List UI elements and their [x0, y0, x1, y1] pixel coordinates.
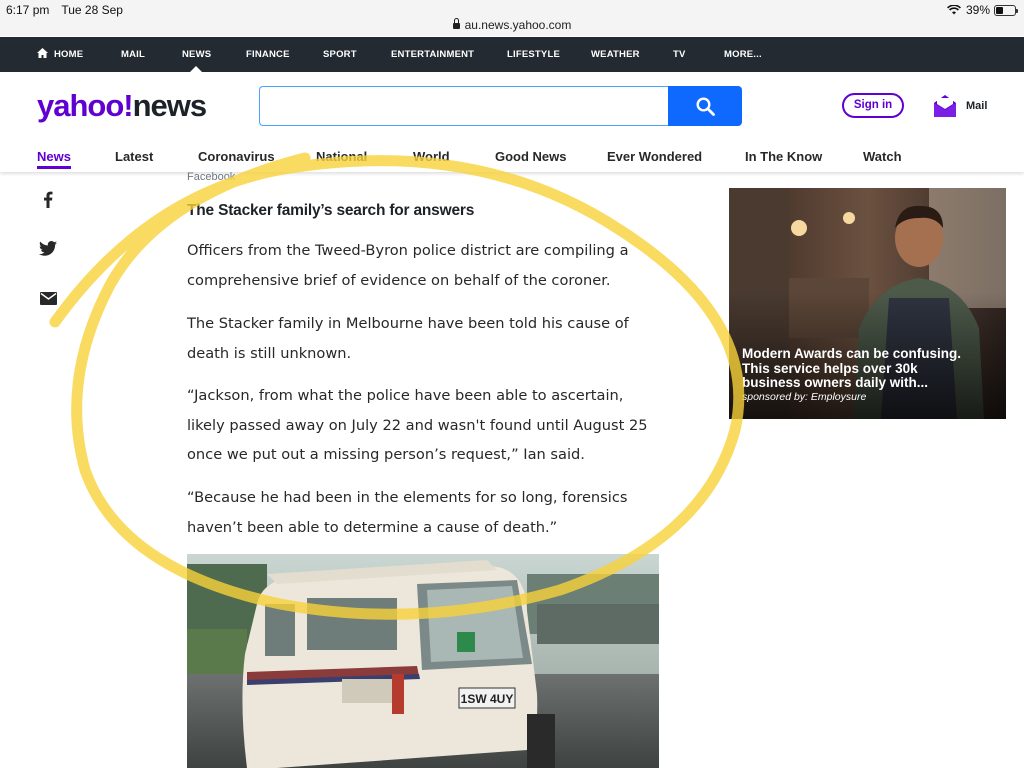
paragraph-line: death is still unknown. — [187, 344, 352, 362]
license-plate: 1SW 4UY — [461, 692, 514, 706]
ad-headline-line: business owners daily with... — [742, 375, 929, 390]
topnav-more[interactable]: MORE... — [724, 37, 762, 72]
facebook-icon — [44, 191, 53, 208]
twitter-icon — [39, 240, 57, 256]
van-illustration: 1SW 4UY — [187, 554, 659, 768]
paragraph-line: Officers from the Tweed-Byron police dis… — [187, 242, 629, 259]
image-credit: Facebook — [187, 171, 236, 183]
article-paragraph: “Because he had been in the elements for… — [187, 483, 667, 542]
url-text: au.news.yahoo.com — [464, 18, 572, 32]
paragraph-line: comprehensive brief of evidence on behal… — [187, 271, 611, 289]
tab-ever-wondered[interactable]: Ever Wondered — [607, 149, 702, 164]
article-paragraph: Officers from the Tweed-Byron police dis… — [187, 236, 667, 295]
ad-sponsor-label: sponsored by: Employsure — [742, 391, 867, 403]
tab-coronavirus[interactable]: Coronavirus — [198, 149, 275, 164]
battery-percent: 39% — [965, 3, 990, 17]
status-indicators: 39% — [947, 3, 1018, 17]
tab-national[interactable]: National — [316, 149, 367, 164]
topnav-entertainment[interactable]: ENTERTAINMENT — [391, 37, 474, 72]
ios-status-bar: 6:17 pm Tue 28 Sep au.news.yahoo.com 39% — [0, 0, 1024, 36]
topnav-home-label: HOME — [54, 49, 84, 60]
top-navigation-bar: HOME MAIL NEWS FINANCE SPORT ENTERTAINME… — [0, 37, 1024, 72]
topnav-weather[interactable]: WEATHER — [591, 37, 640, 72]
topnav-mail[interactable]: MAIL — [121, 37, 145, 72]
site-header: yahoo!news Sign in Mail — [0, 72, 1024, 142]
search-input[interactable] — [259, 86, 669, 126]
email-icon — [39, 291, 57, 305]
paragraph-line: once we put out a missing person’s reque… — [187, 446, 585, 463]
email-share[interactable] — [38, 288, 58, 308]
search-button[interactable] — [668, 86, 742, 126]
wifi-icon — [947, 5, 961, 15]
lock-icon — [452, 18, 460, 29]
ad-headline-line: Modern Awards can be confusing. — [742, 346, 962, 361]
tab-watch[interactable]: Watch — [863, 149, 902, 164]
ad-headline: Modern Awards can be confusing. This ser… — [742, 346, 997, 391]
paragraph-line: haven’t been able to determine a cause o… — [187, 518, 558, 536]
paragraph-line: The Stacker family in Melbourne have bee… — [187, 315, 629, 332]
battery-level-fill — [996, 6, 1003, 14]
article-paragraph: The Stacker family in Melbourne have bee… — [187, 309, 667, 368]
logo-yahoo: yahoo! — [37, 88, 134, 123]
paragraph-line: “Jackson, from what the police have been… — [187, 387, 624, 404]
topnav-tv[interactable]: TV — [673, 37, 686, 72]
tab-in-the-know[interactable]: In The Know — [745, 149, 822, 164]
address-bar[interactable]: au.news.yahoo.com — [0, 18, 1024, 32]
tab-good-news[interactable]: Good News — [495, 149, 567, 164]
tab-news[interactable]: News — [37, 149, 71, 169]
paragraph-line: “Because he had been in the elements for… — [187, 489, 628, 506]
search-icon — [695, 96, 715, 116]
battery-icon — [994, 4, 1018, 16]
yahoo-news-logo[interactable]: yahoo!news — [37, 88, 208, 124]
home-icon — [37, 47, 48, 58]
article-subheading: The Stacker family’s search for answers — [187, 202, 475, 219]
tab-world[interactable]: World — [413, 149, 450, 164]
logo-news: news — [132, 88, 208, 123]
article-paragraph: “Jackson, from what the police have been… — [187, 381, 667, 470]
status-time: 6:17 pm — [6, 3, 50, 17]
topnav-home[interactable]: HOME — [37, 37, 83, 72]
tab-latest[interactable]: Latest — [115, 149, 153, 164]
section-navigation: News Latest Coronavirus National World G… — [0, 142, 1024, 172]
topnav-finance[interactable]: FINANCE — [246, 37, 290, 72]
ad-headline-line: This service helps over 30k — [742, 360, 918, 376]
twitter-share[interactable] — [38, 238, 58, 258]
mail-icon[interactable] — [933, 94, 957, 118]
topnav-lifestyle[interactable]: LIFESTYLE — [507, 37, 560, 72]
status-date: Tue 28 Sep — [61, 3, 123, 17]
sign-in-button[interactable]: Sign in — [842, 93, 904, 118]
mail-link[interactable]: Mail — [966, 100, 987, 112]
status-time-date: 6:17 pm Tue 28 Sep — [6, 3, 135, 17]
paragraph-line: likely passed away on July 22 and wasn't… — [187, 416, 648, 434]
article-photo-van: 1SW 4UY — [187, 554, 659, 768]
sponsored-ad[interactable]: Modern Awards can be confusing. This ser… — [729, 188, 1006, 419]
facebook-share[interactable] — [38, 189, 58, 209]
topnav-sport[interactable]: SPORT — [323, 37, 357, 72]
